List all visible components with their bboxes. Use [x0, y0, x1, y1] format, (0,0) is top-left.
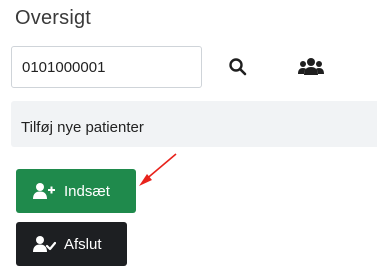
search-icon	[229, 58, 247, 76]
users-icon	[298, 58, 324, 75]
add-patients-label: Tilføj nye patienter	[21, 119, 144, 136]
patient-group-button[interactable]	[294, 50, 328, 84]
page-title: Oversigt	[15, 7, 92, 29]
search-button[interactable]	[221, 50, 255, 84]
finish-button[interactable]: Afslut	[16, 222, 127, 266]
user-plus-icon	[32, 182, 56, 200]
finish-button-label: Afslut	[64, 235, 102, 253]
user-check-icon	[32, 235, 56, 253]
insert-button-label: Indsæt	[64, 182, 110, 200]
patient-search-input[interactable]	[11, 46, 202, 88]
insert-button[interactable]: Indsæt	[16, 169, 136, 213]
